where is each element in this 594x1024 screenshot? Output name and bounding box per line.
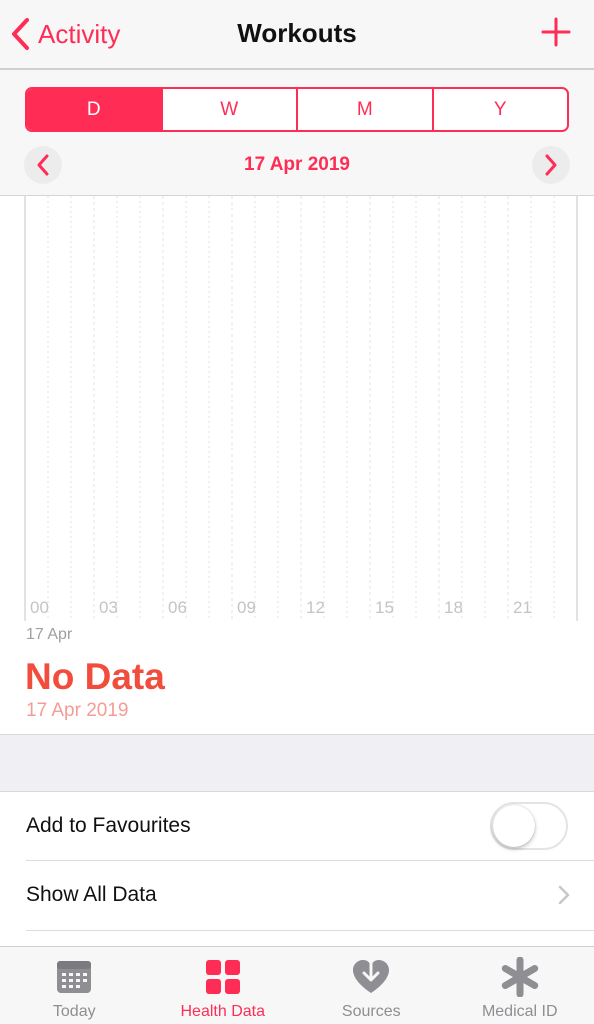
tab-sources-label: Sources bbox=[341, 1003, 401, 1020]
segment-week[interactable]: W bbox=[163, 89, 298, 130]
summary-value: No Data bbox=[25, 656, 165, 697]
tab-health-data[interactable]: Health Data bbox=[149, 947, 298, 1024]
navigation-bar: Activity Workouts bbox=[0, 0, 594, 70]
segment-month[interactable]: M bbox=[298, 89, 434, 130]
tab-medical-id[interactable]: Medical ID bbox=[446, 947, 594, 1024]
x-tick-label: 15 bbox=[375, 598, 394, 617]
show-all-data-row[interactable]: Show All Data bbox=[0, 861, 594, 929]
date-navigator: 17 Apr 2019 bbox=[0, 143, 594, 187]
next-date-button[interactable] bbox=[532, 146, 570, 184]
toggle-knob bbox=[493, 805, 535, 847]
grid-icon bbox=[205, 960, 240, 994]
tab-bar: Today Health Data Sources Medical ID bbox=[0, 946, 594, 1024]
tab-today[interactable]: Today bbox=[0, 947, 149, 1024]
screen: Activity Workouts D W M Y 17 Apr 2019 00… bbox=[0, 0, 594, 1024]
x-tick-label: 09 bbox=[237, 598, 256, 617]
page-title: Workouts bbox=[237, 18, 357, 48]
header-area: Activity Workouts D W M Y 17 Apr 2019 bbox=[0, 0, 594, 196]
x-tick-label: 03 bbox=[99, 598, 118, 617]
asterisk-icon bbox=[501, 957, 538, 997]
section-gap bbox=[0, 735, 594, 791]
chart-date-label: 17 Apr bbox=[26, 626, 73, 643]
segment-year[interactable]: Y bbox=[434, 89, 568, 130]
x-tick-label: 12 bbox=[306, 598, 325, 617]
x-tick-label: 18 bbox=[444, 598, 463, 617]
tab-medical-id-label: Medical ID bbox=[481, 1003, 558, 1020]
x-tick-label: 06 bbox=[168, 598, 187, 617]
favourites-toggle[interactable] bbox=[490, 802, 568, 850]
x-tick-label: 00 bbox=[30, 598, 49, 617]
row-divider bbox=[26, 930, 594, 931]
segment-day[interactable]: D bbox=[27, 89, 163, 130]
chevron-right-icon bbox=[558, 885, 570, 905]
chevron-right-icon bbox=[545, 154, 557, 176]
tab-today-label: Today bbox=[52, 1003, 96, 1020]
add-button[interactable] bbox=[540, 16, 572, 48]
show-all-data-label: Show All Data bbox=[26, 883, 157, 906]
tab-health-data-label: Health Data bbox=[180, 1003, 266, 1020]
period-segmented-control: D W M Y bbox=[25, 87, 569, 132]
add-to-favourites-row: Add to Favourites bbox=[0, 792, 594, 860]
x-tick-label: 21 bbox=[513, 598, 532, 617]
nav-divider bbox=[0, 68, 594, 70]
add-to-favourites-label: Add to Favourites bbox=[26, 814, 191, 837]
sources-icon bbox=[353, 959, 390, 993]
tab-sources[interactable]: Sources bbox=[297, 947, 446, 1024]
current-date-label: 17 Apr 2019 bbox=[244, 154, 350, 175]
calendar-icon bbox=[57, 961, 92, 993]
chart-grid bbox=[24, 196, 578, 621]
workouts-chart[interactable]: 00 03 06 09 12 15 18 21 bbox=[0, 196, 594, 621]
summary-date: 17 Apr 2019 bbox=[26, 700, 129, 721]
